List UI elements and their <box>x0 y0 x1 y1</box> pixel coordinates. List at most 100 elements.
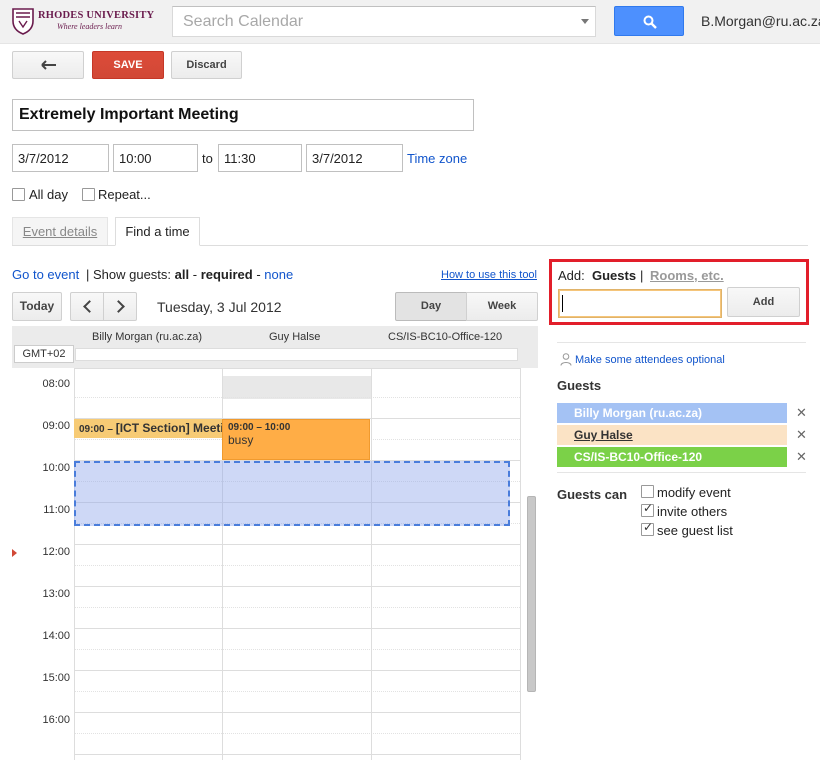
guest-item[interactable]: Guy Halse <box>557 425 787 445</box>
grid-line <box>74 544 520 545</box>
calendar-event[interactable]: 09:00 – [ICT Section] Meeti <box>74 419 222 438</box>
repeat-label[interactable]: Repeat... <box>98 187 151 202</box>
guest-item[interactable]: CS/IS-BC10-Office-120 <box>557 447 787 467</box>
show-guests-label: | Show guests: <box>86 267 175 282</box>
separator: | <box>640 268 644 283</box>
search-box[interactable] <box>172 6 596 37</box>
modify-event-checkbox[interactable] <box>641 485 654 498</box>
grid-line <box>74 754 520 755</box>
end-date-field[interactable] <box>306 144 403 172</box>
back-button[interactable] <box>12 51 84 79</box>
divider <box>557 472 806 473</box>
add-label: Add: <box>558 268 585 283</box>
column-header-guest: Guy Halse <box>269 331 321 343</box>
invite-others-checkbox[interactable] <box>641 501 654 517</box>
hour-label: 13:00 <box>42 588 70 600</box>
add-guest-button[interactable]: Add <box>727 287 800 317</box>
save-button[interactable]: SAVE <box>92 51 164 79</box>
grid-line <box>74 691 520 692</box>
show-required-option[interactable]: required <box>201 267 253 282</box>
tab-rooms[interactable]: Rooms, etc. <box>650 268 724 283</box>
column-divider <box>520 368 521 760</box>
current-time-marker <box>12 549 17 557</box>
all-day-strip[interactable] <box>75 348 518 361</box>
show-none-link[interactable]: none <box>264 267 293 282</box>
add-guest-input[interactable] <box>558 289 722 318</box>
end-time-field[interactable] <box>218 144 302 172</box>
rhodes-university-logo[interactable]: RHODES UNIVERSITY Where leaders learn <box>11 7 154 35</box>
remove-guest-icon[interactable]: ✕ <box>796 405 807 421</box>
chevron-right-icon <box>112 300 125 313</box>
today-button[interactable]: Today <box>12 292 62 321</box>
account-email[interactable]: B.Morgan@ru.ac.za <box>701 13 820 29</box>
search-icon <box>643 15 657 29</box>
add-guests-panel: Add: Guests | Rooms, etc. Add <box>549 259 809 325</box>
chevron-left-icon <box>83 300 96 313</box>
show-all-option[interactable]: all <box>175 267 189 282</box>
separator: - <box>252 267 265 282</box>
see-guest-list-label[interactable]: see guest list <box>657 523 733 538</box>
tab-find-a-time[interactable]: Find a time <box>115 217 200 246</box>
grid-line <box>74 670 520 671</box>
next-day-button[interactable] <box>103 292 137 321</box>
logo-tagline: Where leaders learn <box>57 22 123 31</box>
hour-label: 12:00 <box>42 546 70 558</box>
repeat-checkbox[interactable] <box>82 188 95 201</box>
column-divider <box>371 368 372 760</box>
busy-block <box>222 376 371 399</box>
see-guest-list-checkbox[interactable] <box>641 520 654 536</box>
start-time-field[interactable] <box>113 144 198 172</box>
top-bar: RHODES UNIVERSITY Where leaders learn B.… <box>0 0 820 44</box>
hour-label: 09:00 <box>42 420 70 432</box>
grid-line <box>74 649 520 650</box>
logo-name: RHODES UNIVERSITY <box>38 10 155 21</box>
grid-line <box>74 712 520 713</box>
invite-others-label[interactable]: invite others <box>657 504 727 519</box>
grid-header: Billy Morgan (ru.ac.za) Guy Halse CS/IS-… <box>12 326 538 368</box>
hour-label: 10:00 <box>42 462 70 474</box>
show-guests-filter: | Show guests: all - required - none <box>86 267 293 282</box>
time-zone-link[interactable]: Time zone <box>407 151 467 166</box>
column-header-guest: Billy Morgan (ru.ac.za) <box>92 331 203 343</box>
separator: - <box>189 267 201 282</box>
modify-event-label[interactable]: modify event <box>657 485 731 500</box>
all-day-label[interactable]: All day <box>29 187 68 202</box>
back-arrow-icon <box>41 60 56 70</box>
hour-label: 14:00 <box>42 630 70 642</box>
tab-guests[interactable]: Guests <box>592 268 636 283</box>
discard-button[interactable]: Discard <box>171 51 242 79</box>
event-title-input[interactable] <box>12 99 474 131</box>
make-attendees-optional-link[interactable]: Make some attendees optional <box>575 354 725 366</box>
week-view-button[interactable]: Week <box>466 292 538 321</box>
timezone-label: GMT+02 <box>14 345 74 363</box>
previous-day-button[interactable] <box>70 292 104 321</box>
search-button[interactable] <box>614 6 684 36</box>
calendar-event[interactable]: 09:00 – 10:00 busy <box>222 419 370 460</box>
event-time: 09:00 – <box>79 424 116 435</box>
start-date-field[interactable] <box>12 144 109 172</box>
tab-event-details[interactable]: Event details <box>12 217 108 245</box>
hour-label: 16:00 <box>42 714 70 726</box>
person-icon <box>560 353 572 366</box>
hour-label: 15:00 <box>42 672 70 684</box>
go-to-event-link[interactable]: Go to event <box>12 267 79 282</box>
time-grid[interactable]: 08:00 09:00 10:00 11:00 12:00 13:00 14:0… <box>12 368 538 760</box>
day-view-button[interactable]: Day <box>395 292 467 321</box>
grid-scrollbar[interactable] <box>527 496 536 692</box>
grid-line <box>74 397 520 398</box>
grid-line <box>74 586 520 587</box>
grid-line <box>74 368 520 369</box>
search-input[interactable] <box>173 7 573 36</box>
remove-guest-icon[interactable]: ✕ <box>796 427 807 443</box>
search-options-chevron-icon[interactable] <box>581 19 589 24</box>
remove-guest-icon[interactable]: ✕ <box>796 449 807 465</box>
hour-label: 11:00 <box>43 504 70 516</box>
event-title: [ICT Section] Meeti <box>115 421 222 435</box>
how-to-use-link[interactable]: How to use this tool <box>441 269 537 281</box>
guest-item[interactable]: Billy Morgan (ru.ac.za) <box>557 403 787 423</box>
proposed-time-selection[interactable] <box>74 461 510 526</box>
grid-line <box>74 733 520 734</box>
guests-heading: Guests <box>557 378 602 393</box>
crest-icon <box>12 8 34 35</box>
all-day-checkbox[interactable] <box>12 188 25 201</box>
